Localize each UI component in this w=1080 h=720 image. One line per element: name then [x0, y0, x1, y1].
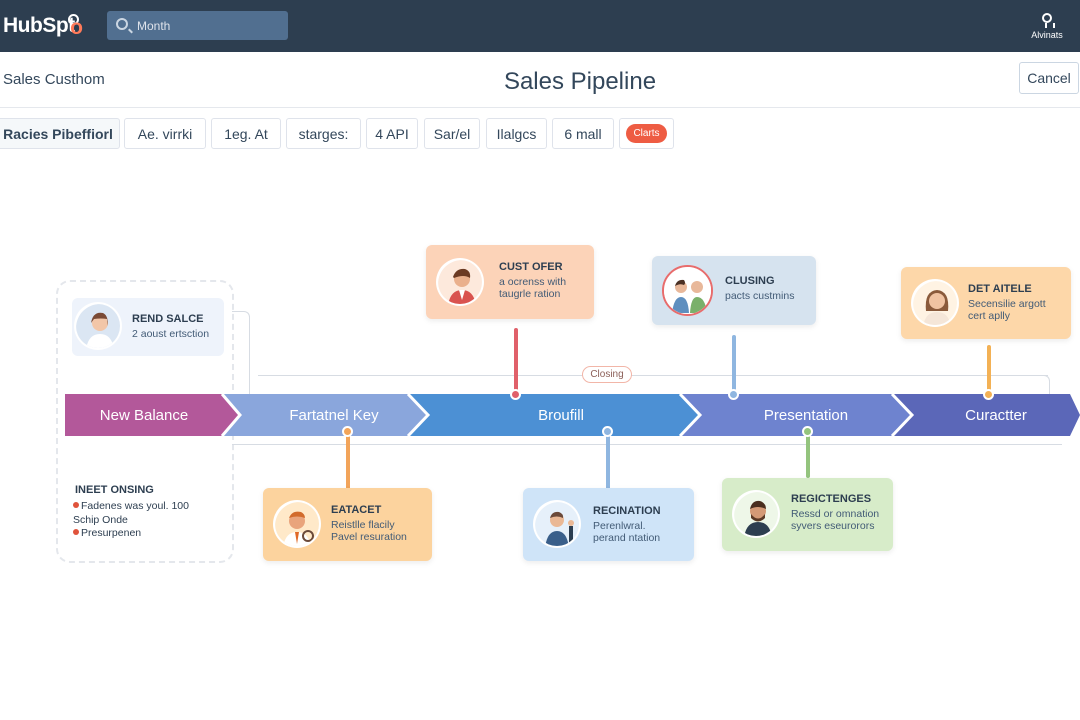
search-text: Month [137, 19, 171, 33]
filter-api[interactable]: 4 API [366, 118, 418, 149]
filter-mail[interactable]: 6 mall [552, 118, 614, 149]
stage-label-1: Fartatnel Key [289, 407, 379, 424]
user-account-icon [1042, 13, 1055, 28]
logo-text-prefix: HubSp [3, 14, 69, 37]
cancel-button[interactable]: Cancel [1019, 62, 1079, 94]
stage-marker[interactable] [510, 389, 521, 400]
recination-card[interactable]: RECINATION Perenlwral. perand ntation [523, 488, 694, 561]
search-input[interactable]: Month [107, 11, 288, 40]
regictenges-card[interactable]: REGICTENGES Ressd or omnation syvers ese… [722, 478, 893, 551]
person-avatar-icon [732, 490, 780, 538]
legend-title: INEET ONSING [75, 484, 154, 496]
bullet-icon [73, 502, 79, 508]
card-title: CUST OFER [499, 261, 563, 273]
page-title: Sales Pipeline [503, 68, 657, 95]
card-title: EATACET [331, 504, 382, 516]
filter-pipeline[interactable]: Racies Pibeffiorl [0, 118, 120, 149]
pipeline-stages-bar: New Balance Fartatnel Key Broufill Prese… [65, 392, 1080, 438]
card-text: 2 aoust ertsction [132, 328, 210, 340]
account-label: Alvinats [1031, 30, 1063, 40]
charts-pill: Clarts [626, 124, 667, 143]
card-title: CLUSING [725, 275, 775, 287]
bottom-guide-line [232, 444, 1062, 445]
person-avatar-icon [911, 279, 959, 327]
stage-label-0: New Balance [100, 407, 188, 424]
filter-stages[interactable]: starges: [286, 118, 361, 149]
card-title: REND SALCE [132, 313, 204, 325]
stem-line [806, 432, 810, 478]
legend-item: Presurpenen [73, 527, 141, 539]
group-avatar-icon [662, 265, 713, 316]
stem-line [732, 335, 736, 396]
card-text: perand ntation [593, 532, 661, 544]
filter-date[interactable]: 1eg. At [211, 118, 281, 149]
legend-item-text: Presurpenen [81, 527, 142, 539]
rend-salce-card[interactable]: REND SALCE 2 aoust ertsction [72, 298, 224, 356]
connector-line [232, 311, 250, 395]
card-text: taugrle ration [499, 288, 561, 300]
legend-item-text: Schip Onde [73, 514, 128, 526]
account-menu[interactable]: Alvinats [1022, 10, 1072, 40]
stem-line [346, 432, 350, 490]
stage-label-2: Broufill [538, 407, 584, 424]
closing-tag: Closing [582, 366, 632, 383]
clusing-card[interactable]: CLUSING pacts custmins [652, 256, 816, 325]
filter-bar: Racies Pibeffiorl Ae. virrki 1eg. At sta… [0, 118, 1080, 150]
card-text: pacts custmins [725, 290, 795, 302]
stage-marker[interactable] [802, 426, 813, 437]
filter-view[interactable]: Ae. virrki [124, 118, 206, 149]
stage-marker[interactable] [983, 389, 994, 400]
hubspot-logo[interactable]: HubSp o t [3, 14, 83, 39]
person-avatar-icon [74, 302, 122, 350]
filter-labels[interactable]: Ilalgcs [486, 118, 547, 149]
logo-sprocket: o [68, 14, 83, 39]
person-avatar-icon [436, 258, 484, 306]
card-title: RECINATION [593, 505, 661, 517]
stem-line [514, 328, 518, 396]
page-header: Sales Custhom Sales Pipeline Cancel [0, 52, 1080, 108]
card-text: Pavel resuration [331, 531, 407, 543]
card-text: cert aplly [968, 310, 1011, 322]
card-title: REGICTENGES [791, 493, 872, 505]
card-title: DET AITELE [968, 283, 1032, 295]
person-avatar-icon [533, 500, 581, 548]
stage-marker[interactable] [342, 426, 353, 437]
card-text: syvers eseurorors [791, 520, 875, 532]
legend-item-text: Fadenes was youl. 100 [81, 500, 189, 512]
filter-sarel[interactable]: Sar/el [424, 118, 480, 149]
stage-marker[interactable] [728, 389, 739, 400]
stage-label-3: Presentation [764, 407, 848, 424]
eatacet-card[interactable]: EATACET Reistlle flacily Pavel resuratio… [263, 488, 432, 561]
top-navigation: HubSp o t Month Alvinats [0, 0, 1080, 52]
stage-marker[interactable] [602, 426, 613, 437]
bullet-icon [73, 529, 79, 535]
det-aitele-card[interactable]: DET AITELE Secensilie argott cert aplly [901, 267, 1071, 339]
filter-charts[interactable]: Clarts [619, 118, 674, 149]
legend-item: Fadenes was youl. 100 [73, 500, 189, 512]
cust-ofer-card[interactable]: CUST OFER a ocrenss with taugrle ration [426, 245, 594, 319]
stem-line [606, 432, 610, 490]
legend-item: Schip Onde [73, 514, 128, 526]
person-avatar-icon [273, 500, 321, 548]
search-icon [116, 18, 128, 30]
top-guide-line [258, 375, 1048, 376]
stage-label-4: Curactter [965, 407, 1027, 424]
